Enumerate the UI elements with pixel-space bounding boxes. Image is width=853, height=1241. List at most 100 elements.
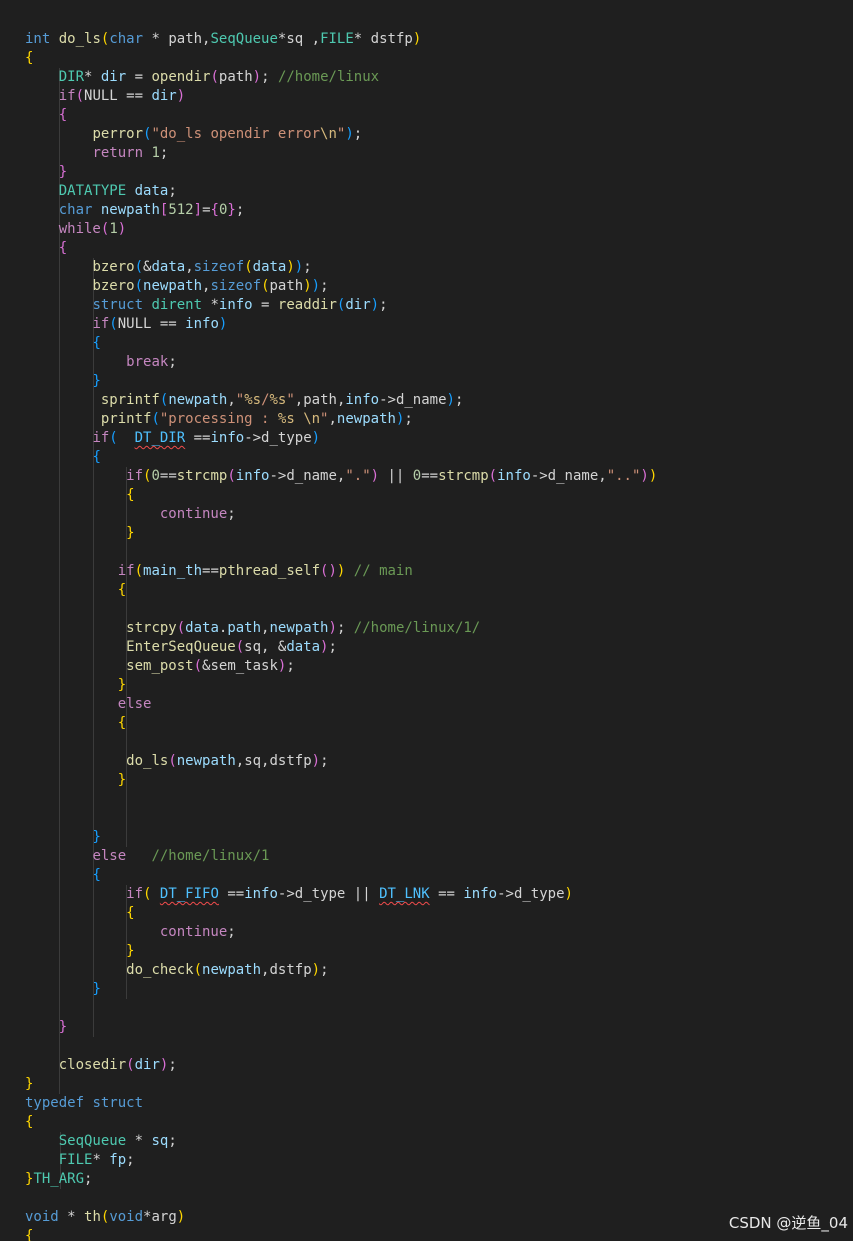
code-token: data [185,620,219,636]
code-token: \n [320,126,337,142]
code-token: sq [151,1133,169,1149]
code-line[interactable]: }TH_ARG; [25,1170,92,1189]
code-token: ,dstfp [261,962,312,978]
code-line[interactable]: { [25,106,67,125]
code-token: { [126,905,135,921]
code-line[interactable]: { [25,486,134,505]
code-token: dir [100,69,127,85]
code-line[interactable]: FILE* fp; [25,1151,135,1170]
code-token: info [235,468,270,484]
code-line[interactable]: continue; [25,505,236,524]
code-token: } [126,943,135,959]
code-line[interactable]: } [25,771,126,790]
code-line[interactable]: } [25,1075,33,1094]
code-line[interactable]: { [25,448,101,467]
code-line[interactable]: { [25,49,33,68]
code-line[interactable]: } [25,372,100,391]
code-token: == [421,468,439,484]
code-line[interactable]: break; [25,353,177,372]
code-token: ( [134,278,144,294]
code-line[interactable]: } [25,1018,67,1037]
code-line[interactable]: struct dirent *info = readdir(dir); [25,296,388,315]
code-token: ) [311,753,321,769]
code-token: FILE [320,31,354,47]
code-line[interactable]: { [25,866,100,885]
code-line[interactable]: { [25,714,126,733]
code-token: else [117,696,152,712]
code-token: EnterSeqQueue [126,639,236,655]
code-line[interactable]: char newpath[512]={0}; [25,201,245,220]
code-line[interactable]: } [25,828,100,847]
code-line[interactable]: else [25,695,152,714]
code-line[interactable]: SeqQueue * sq; [25,1132,177,1151]
code-token: readdir [277,297,337,313]
code-token: ; [379,297,388,313]
code-line[interactable]: closedir(dir); [25,1056,177,1075]
code-editor[interactable]: int do_ls(char * path,SeqQueue*sq ,FILE*… [0,0,853,1241]
code-line[interactable]: bzero(newpath,sizeof(path)); [25,277,328,296]
code-line[interactable]: EnterSeqQueue(sq, &data); [25,638,337,657]
code-token: } [58,164,68,180]
code-line[interactable]: sprintf(newpath,"%s/%s",path,info->d_nam… [25,391,464,410]
code-line[interactable]: { [25,904,135,923]
code-line[interactable]: bzero(&data,sizeof(data)); [25,258,311,277]
code-line[interactable]: { [25,1113,33,1132]
code-token: bzero [92,259,135,275]
code-line[interactable]: } [25,942,135,961]
code-line[interactable]: { [25,581,126,600]
code-token: } [58,1019,68,1035]
code-line[interactable]: if(main_th==pthread_self()) // main [25,562,413,581]
code-token: *arg [143,1209,177,1225]
code-line[interactable]: strcpy(data.path,newpath); //home/linux/… [25,619,480,638]
code-line[interactable]: else //home/linux/1 [25,847,269,866]
code-line[interactable]: DATATYPE data; [25,182,177,201]
code-line[interactable]: if(NULL == dir) [25,87,185,106]
code-token: = [202,202,211,218]
code-line[interactable]: typedef struct [25,1094,143,1113]
code-token: * [126,1133,152,1149]
code-token: ; [261,69,278,85]
code-line[interactable]: { [25,239,67,258]
code-token: { [92,449,101,465]
code-line[interactable]: } [25,524,134,543]
code-token: dirent [151,297,203,313]
code-line[interactable]: do_ls(newpath,sq,dstfp); [25,752,328,771]
code-line[interactable]: do_check(newpath,dstfp); [25,961,328,980]
code-line[interactable]: if(NULL == info) [25,315,227,334]
code-line[interactable]: perror("do_ls opendir error\n"); [25,125,362,144]
code-token: %s [277,411,295,427]
code-line[interactable]: } [25,676,126,695]
code-line[interactable]: DIR* dir = opendir(path); //home/linux [25,68,379,87]
code-token: fp [109,1152,127,1168]
code-line[interactable]: if( DT_FIFO ==info->d_type || DT_LNK == … [25,885,573,904]
code-line[interactable]: } [25,980,100,999]
code-line[interactable]: if( DT_DIR ==info->d_type) [25,429,320,448]
code-token: { [117,582,127,598]
code-token: ) [176,88,186,104]
code-token: ( [193,962,203,978]
code-line[interactable]: { [25,1227,33,1241]
code-line[interactable]: return 1; [25,144,168,163]
code-token: ) [564,886,573,902]
code-line[interactable]: printf("processing : %s \n",newpath); [25,410,413,429]
code-line[interactable]: continue; [25,923,236,942]
code-line[interactable]: int do_ls(char * path,SeqQueue*sq ,FILE*… [25,30,421,49]
code-line[interactable]: while(1) [25,220,126,239]
code-token: ) [303,278,312,294]
code-line[interactable]: void * th(void*arg) [25,1208,185,1227]
code-line[interactable]: { [25,334,100,353]
code-line[interactable]: if(0==strcmp(info->d_name,".") || 0==str… [25,467,657,486]
code-token: ( [151,411,160,427]
code-line[interactable]: sem_post(&sem_task); [25,657,295,676]
code-token: ( [261,278,270,294]
code-line[interactable]: } [25,163,67,182]
